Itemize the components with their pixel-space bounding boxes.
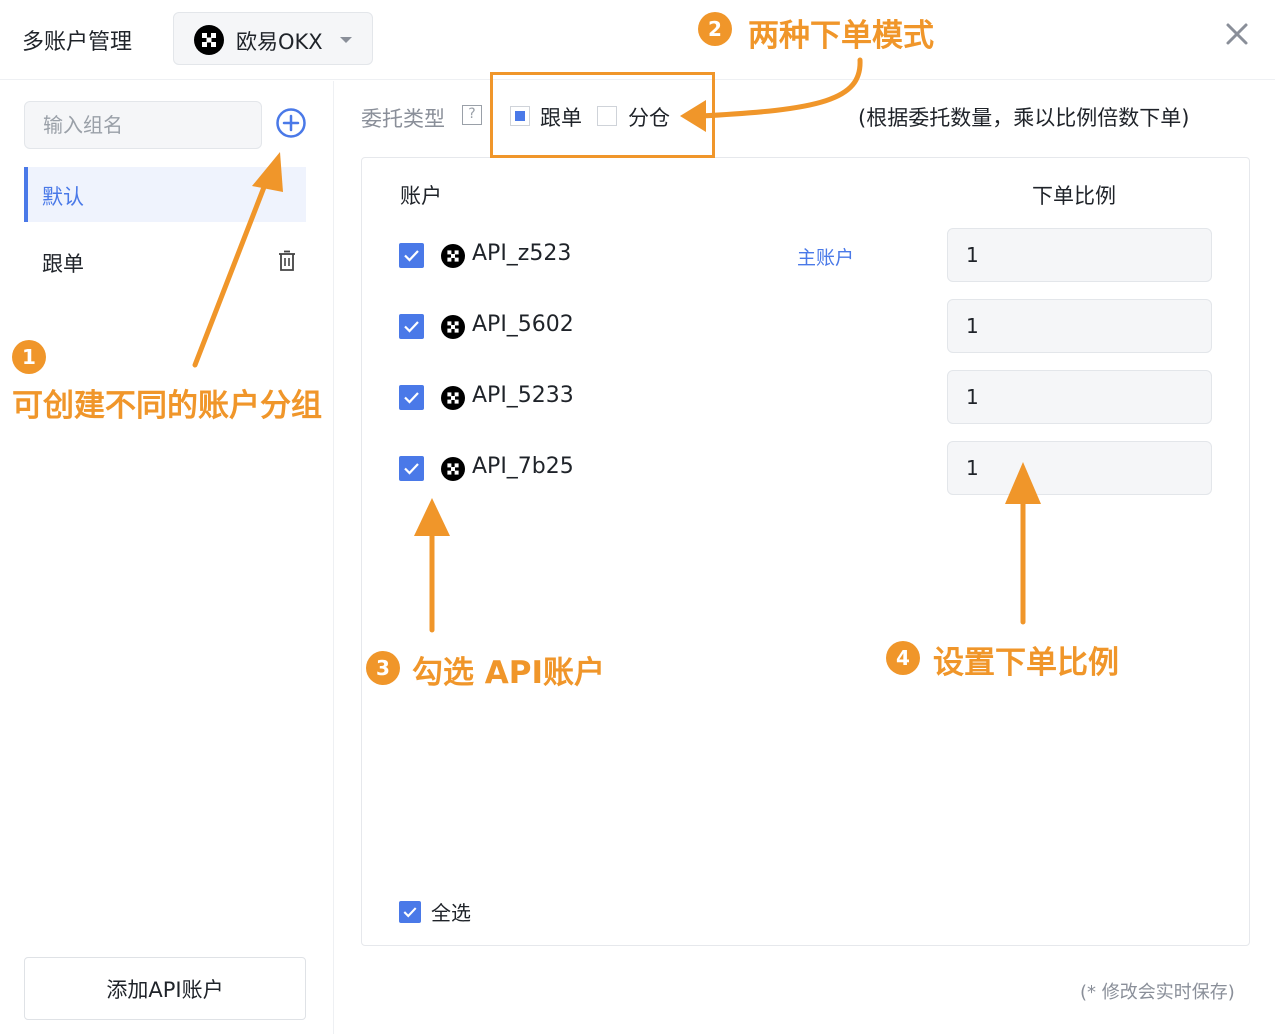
accounts-panel: 账户 下单比例 API_z523 主账户 API_5602 xyxy=(361,157,1250,946)
sidebar-item-label: 跟单 xyxy=(42,252,84,276)
sidebar-item-default[interactable]: 默认 xyxy=(24,167,306,222)
account-checkbox[interactable] xyxy=(399,385,424,410)
okx-logo-icon xyxy=(441,244,465,268)
order-type-hint: (根据委托数量，乘以比例倍数下单) xyxy=(858,106,1190,130)
annotation-badge-1: 1 xyxy=(12,340,46,374)
ratio-input[interactable] xyxy=(947,370,1212,424)
checkmark-icon xyxy=(404,250,419,262)
select-all-checkbox[interactable] xyxy=(399,901,421,923)
column-header-ratio: 下单比例 xyxy=(1032,184,1116,208)
account-name: API_5602 xyxy=(472,312,574,337)
table-row: API_5602 xyxy=(362,299,1249,355)
column-header-account: 账户 xyxy=(400,184,442,208)
account-checkbox[interactable] xyxy=(399,456,424,481)
table-row: API_5233 xyxy=(362,370,1249,426)
close-icon[interactable] xyxy=(1221,18,1253,50)
ratio-input[interactable] xyxy=(947,441,1212,495)
header: 多账户管理 欧易OKX xyxy=(0,0,1275,80)
checkmark-icon xyxy=(404,392,419,404)
group-name-input[interactable] xyxy=(24,101,262,149)
ratio-input[interactable] xyxy=(947,299,1212,353)
okx-logo-icon xyxy=(441,315,465,339)
exchange-select[interactable]: 欧易OKX xyxy=(173,12,373,65)
okx-logo-icon xyxy=(441,457,465,481)
chevron-down-icon xyxy=(340,37,352,43)
okx-logo-icon xyxy=(441,386,465,410)
annotation-badge-3: 3 xyxy=(366,651,400,685)
annotation-badge-2: 2 xyxy=(698,12,732,46)
sidebar-item-follow[interactable]: 跟单 xyxy=(24,234,306,289)
checkmark-icon xyxy=(403,907,417,918)
table-row: API_z523 主账户 xyxy=(362,228,1249,284)
main-account-tag: 主账户 xyxy=(797,247,855,269)
page-title: 多账户管理 xyxy=(22,30,133,55)
annotation-text-2: 两种下单模式 xyxy=(748,18,934,54)
account-checkbox[interactable] xyxy=(399,243,424,268)
sidebar-item-label: 默认 xyxy=(42,185,84,209)
checkmark-icon xyxy=(404,463,419,475)
table-row: API_7b25 xyxy=(362,441,1249,497)
trash-icon[interactable] xyxy=(277,250,297,272)
order-type-label: 委托类型 xyxy=(361,107,445,131)
annotation-badge-4: 4 xyxy=(886,641,920,675)
select-all-label: 全选 xyxy=(431,901,471,925)
add-api-account-button[interactable]: 添加API账户 xyxy=(24,957,306,1020)
account-name: API_7b25 xyxy=(472,454,574,479)
help-icon[interactable]: ? xyxy=(462,105,482,125)
okx-logo-icon xyxy=(194,25,224,55)
mode-highlight-frame xyxy=(490,72,715,158)
account-checkbox[interactable] xyxy=(399,314,424,339)
account-name: API_5233 xyxy=(472,383,574,408)
plus-circle-icon[interactable] xyxy=(275,107,307,139)
annotation-text-4: 设置下单比例 xyxy=(933,645,1119,681)
ratio-input[interactable] xyxy=(947,228,1212,282)
exchange-label: 欧易OKX xyxy=(236,30,323,54)
auto-save-note: (* 修改会实时保存) xyxy=(1080,982,1235,1003)
sidebar: 默认 跟单 添加API账户 xyxy=(0,81,334,1034)
checkmark-icon xyxy=(404,321,419,333)
annotation-text-3: 勾选 API账户 xyxy=(412,655,606,691)
annotation-text-1: 可创建不同的账户分组 xyxy=(12,388,322,424)
account-name: API_z523 xyxy=(472,241,572,266)
